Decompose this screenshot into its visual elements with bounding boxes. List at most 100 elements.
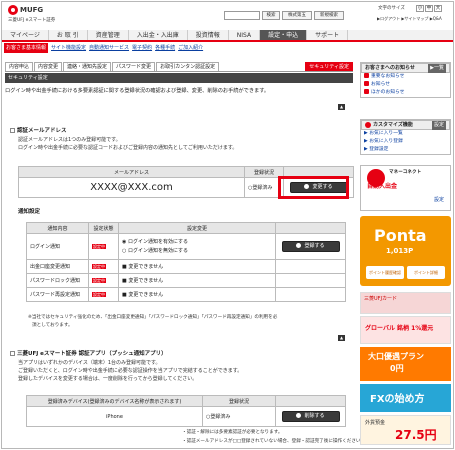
login-notify-enable-radio[interactable]: ◉ ログイン通知を有効にする: [122, 238, 272, 247]
nav-info[interactable]: 投資情報: [188, 30, 229, 40]
sidebar-link[interactable]: ▶ お気に入り登録: [361, 138, 450, 146]
global-banner[interactable]: グローバル 銘柄 1%還元: [360, 316, 451, 344]
status-badge: 設定中: [92, 263, 106, 269]
mufg-logo-icon: [8, 5, 18, 15]
app-auth-desc1: 当アプリはいずれかのデバイス（端末）1台のみ登録可能です。: [18, 360, 161, 366]
top-links[interactable]: ▶ログアウト ▶サイトマップ ▶Q&A: [377, 16, 442, 22]
notify-table: 通知内容 設定状態 設定変更 ログイン通知 設定中 ◉ ログイン通知を有効にする ○ …: [26, 222, 346, 302]
ponta-history-link[interactable]: ポイント履歴確認: [366, 266, 404, 279]
ponta-banner[interactable]: Ponta 1,013P ポイント履歴確認 ポイント詳細: [360, 216, 451, 286]
subnav-site-settings[interactable]: サイト機能設定: [51, 43, 86, 53]
tab-easy-auth[interactable]: お取引カンタン認証設定: [156, 62, 220, 71]
app-auth-desc3: 登録したデバイスを変更する場合は、一度削除を行ってから登録してください。: [18, 376, 198, 382]
font-small-button[interactable]: 小: [416, 5, 424, 12]
collapse-toggle-icon[interactable]: ▲: [338, 335, 345, 341]
auth-email-title: 認証メールアドレス: [17, 128, 67, 134]
tab-password[interactable]: パスワード変更: [112, 62, 156, 71]
money-connect-icon: [367, 169, 385, 187]
sidebar-link[interactable]: ▶ 登録設定: [361, 146, 450, 154]
customize-icon: [365, 121, 371, 128]
page-title: セキュリティ設定: [5, 73, 353, 83]
card-banner[interactable]: 三菱UFJカード: [360, 292, 451, 314]
section-bullet-icon: [10, 351, 15, 356]
fx-deposit-title: 外貨預金: [365, 420, 386, 426]
nav-mypage[interactable]: マイページ: [2, 30, 49, 40]
sub-nav: お客さま基本情報 サイト機能設定 自動通知サービス 電子契約 各種手続 ご加入紹…: [4, 43, 203, 53]
brand-logo[interactable]: MUFG: [8, 5, 43, 15]
notify-note1: ※当社ではセキュリティ強化のため、「出金口座変更通知」「パスワードロック通知」「…: [28, 315, 278, 320]
tab-contents[interactable]: 内容申込: [5, 62, 34, 71]
subnav-customer-info[interactable]: お客さま基本情報: [4, 43, 49, 53]
arrow-right-icon: [296, 243, 302, 248]
login-notify-disable-radio[interactable]: ○ ログイン通知を無効にする: [122, 247, 272, 256]
card-banner-title: 三菱UFJカード: [364, 296, 398, 302]
col-notify-change: 設定変更: [118, 222, 276, 234]
nav-deposit[interactable]: 入出金・入出庫: [129, 30, 188, 40]
mail-icon: [364, 73, 369, 78]
subnav-referral[interactable]: ご加入紹介: [178, 43, 203, 53]
section-bullet-icon: [10, 128, 15, 133]
nav-assets[interactable]: 資産管理: [88, 30, 129, 40]
customize-title: カスタマイズ機能 設定: [361, 120, 450, 130]
fx-deposit-value: 27.5円: [395, 428, 437, 442]
font-medium-button[interactable]: 中: [425, 5, 433, 12]
sidebar-link[interactable]: 重要なお知らせ: [361, 73, 450, 81]
money-connect-setting-link[interactable]: 設定: [434, 196, 444, 203]
ponta-detail-link[interactable]: ポイント詳細: [407, 266, 445, 279]
global-banner-title: グローバル 銘柄 1%還元: [365, 325, 434, 332]
collapse-toggle-icon[interactable]: ▲: [338, 104, 345, 110]
nav-trade[interactable]: お 取 引: [49, 30, 88, 40]
page-intro: ログイン時や出金手続における多要素認証に関する登録状況の確認および登録、変更、削…: [5, 88, 270, 94]
subnav-auto-notify[interactable]: 自動通知サービス: [89, 43, 129, 53]
notify-row-option: ■ 変更できません: [118, 273, 276, 288]
arrow-right-icon: [296, 413, 302, 418]
large-plan-title: 大口優遇プラン: [368, 352, 424, 361]
notice-more-link[interactable]: ▶一覧: [428, 64, 446, 73]
notify-row-label: パスワード再設定通知: [26, 287, 89, 302]
font-size-label: 文字のサイズ: [378, 6, 405, 11]
notify-row-option: ■ 変更できません: [118, 259, 276, 274]
device-name: iPhone: [26, 406, 203, 427]
sidebar-link[interactable]: ▶ お気に入り一覧: [361, 130, 450, 138]
app-auth-desc2: ご登録いただくと、ログイン時や出金手続に必要な認証操作を当アプリで完結することが…: [18, 368, 243, 374]
col-email-address: メールアドレス: [18, 166, 245, 178]
status-badge: 設定中: [92, 291, 106, 297]
tab-change[interactable]: 内容変更: [34, 62, 63, 71]
notify-row-label: パスワードロック通知: [26, 273, 89, 288]
search-button[interactable]: 検索: [262, 11, 280, 20]
notice-title: お客さまへのお知らせ ▶一覧: [361, 63, 450, 73]
tab-contact[interactable]: 連絡・通知先設定: [63, 62, 112, 71]
notify-title: 通知設定: [18, 209, 41, 215]
tab-security[interactable]: セキュリティ設定: [305, 62, 353, 71]
nav-support[interactable]: サポート: [307, 30, 349, 40]
sidebar-link[interactable]: お知らせ: [361, 81, 450, 89]
fx-banner[interactable]: FXの始め方: [360, 384, 451, 412]
font-large-button[interactable]: 大: [434, 5, 442, 12]
customize-box: カスタマイズ機能 設定 ▶ お気に入り一覧 ▶ お気に入り登録 ▶ 登録設定: [360, 119, 451, 155]
fx-deposit-banner[interactable]: 外貨預金 27.5円: [360, 415, 451, 445]
auth-email-heading: 認証メールアドレス: [10, 126, 67, 134]
delete-device-button[interactable]: 削除する: [281, 411, 340, 422]
subnav-procedures[interactable]: 各種手続: [155, 43, 175, 53]
col-notify-content: 通知内容: [26, 222, 89, 234]
brand-name: MUFG: [20, 6, 44, 14]
mail-icon: [364, 89, 369, 94]
search-input[interactable]: [224, 11, 260, 20]
app-note2: ・認証メールアドレスが□□登録されていない場合、登録・認証完了後に操作ください。: [182, 439, 366, 444]
register-notify-button[interactable]: 登録する: [281, 241, 340, 252]
main-nav: マイページ お 取 引 資産管理 入出金・入出庫 投資情報 NISA 設定・申込…: [2, 30, 453, 42]
nav-settings[interactable]: 設定・申込: [260, 30, 308, 40]
notice-box: お客さまへのお知らせ ▶一覧 重要なお知らせ お知らせ ほかのお知らせ: [360, 62, 451, 98]
highlight-box: [278, 176, 349, 199]
subnav-e-contract[interactable]: 電子契約: [132, 43, 152, 53]
notify-note2: 須としております。: [32, 323, 73, 328]
nav-nisa[interactable]: NISA: [229, 30, 261, 40]
stock-search-button[interactable]: 株式第五: [282, 11, 312, 20]
customize-settings-button[interactable]: 設定: [431, 121, 446, 130]
status-badge: 設定中: [92, 243, 106, 249]
sidebar-link[interactable]: ほかのお知らせ: [361, 89, 450, 97]
new-search-button[interactable]: 新規検索: [314, 11, 344, 20]
money-connect-box[interactable]: マネーコネクト 自動入出金 設定: [360, 165, 451, 211]
large-plan-banner[interactable]: 大口優遇プラン 0円: [360, 347, 451, 381]
fx-banner-title: FXの始め方: [370, 394, 425, 405]
